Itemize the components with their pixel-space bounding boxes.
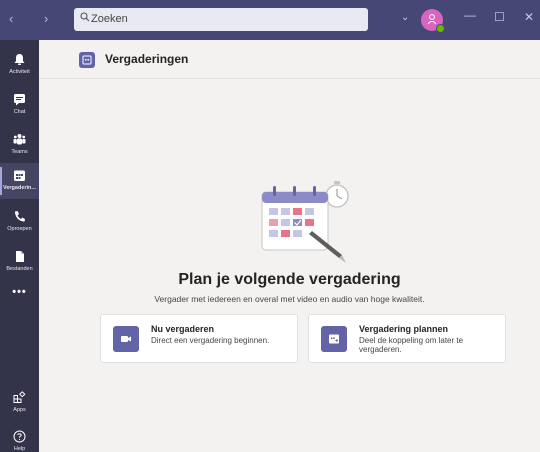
app-rail: Activiteit Chat Teams Vergaderin... Opro…	[0, 40, 39, 452]
rail-label: Chat	[13, 109, 26, 115]
empty-state-subline: Vergader met iedereen en overal met vide…	[154, 294, 425, 304]
maximize-button[interactable]: ☐	[494, 10, 505, 24]
meetings-icon	[79, 52, 95, 68]
more-apps-icon[interactable]: •••	[0, 286, 39, 298]
rail-item-activity[interactable]: Activiteit	[0, 47, 39, 83]
rail-label: Help	[13, 446, 26, 452]
rail-item-teams[interactable]: Teams	[0, 127, 39, 163]
forward-arrow-icon[interactable]: ›	[44, 11, 48, 26]
calendar-illustration	[261, 181, 349, 263]
back-arrow-icon[interactable]: ‹	[9, 11, 13, 26]
rail-item-files[interactable]: Bestanden	[0, 244, 39, 280]
help-icon	[13, 430, 26, 443]
search-placeholder: Zoeken	[91, 13, 128, 25]
rail-item-help[interactable]: Help	[0, 424, 39, 452]
person-icon	[427, 14, 437, 25]
rail-item-calls[interactable]: Oproepen	[0, 204, 39, 240]
search-icon	[80, 12, 90, 22]
close-button[interactable]: ✕	[524, 10, 534, 24]
card-title: Nu vergaderen	[151, 324, 215, 334]
video-camera-icon	[113, 326, 139, 352]
search-input[interactable]: Zoeken	[74, 8, 368, 31]
rail-label: Teams	[11, 149, 28, 155]
rail-label: Activiteit	[9, 69, 30, 75]
bell-icon	[14, 54, 25, 65]
rail-item-apps[interactable]: Apps	[0, 385, 39, 421]
card-title: Vergadering plannen	[359, 324, 449, 334]
calendar-icon	[14, 170, 25, 181]
main-content: Vergaderingen Plan je volgende vergaderi…	[39, 40, 540, 452]
rail-item-meetings[interactable]: Vergaderin...	[0, 163, 39, 199]
phone-icon	[15, 211, 25, 222]
chevron-down-icon[interactable]: ⌄	[401, 12, 409, 23]
page-header: Vergaderingen	[39, 40, 540, 79]
title-bar: ‹ › Zoeken ⌄ — ☐ ✕	[0, 0, 540, 40]
page-title: Vergaderingen	[105, 52, 189, 66]
meet-now-card[interactable]: Nu vergaderen Direct een vergadering beg…	[100, 314, 298, 363]
apps-icon	[13, 391, 26, 403]
calendar-add-icon	[321, 326, 347, 352]
schedule-meeting-card[interactable]: Vergadering plannen Deel de koppeling om…	[308, 314, 506, 363]
minimize-button[interactable]: —	[464, 8, 476, 22]
card-description: Deel de koppeling om later te vergaderen…	[359, 336, 464, 354]
empty-state-headline: Plan je volgende vergadering	[178, 271, 401, 288]
teams-icon	[13, 134, 26, 145]
avatar[interactable]	[421, 9, 445, 33]
rail-label: Apps	[13, 407, 26, 413]
rail-item-chat[interactable]: Chat	[0, 87, 39, 123]
rail-label: Bestanden	[6, 266, 33, 272]
rail-label: Vergaderin...	[2, 185, 36, 191]
file-icon	[16, 251, 24, 262]
status-indicator	[436, 24, 445, 33]
chat-icon	[14, 94, 25, 106]
rail-label: Oproepen	[7, 226, 32, 232]
card-description: Direct een vergadering beginnen.	[151, 336, 270, 345]
